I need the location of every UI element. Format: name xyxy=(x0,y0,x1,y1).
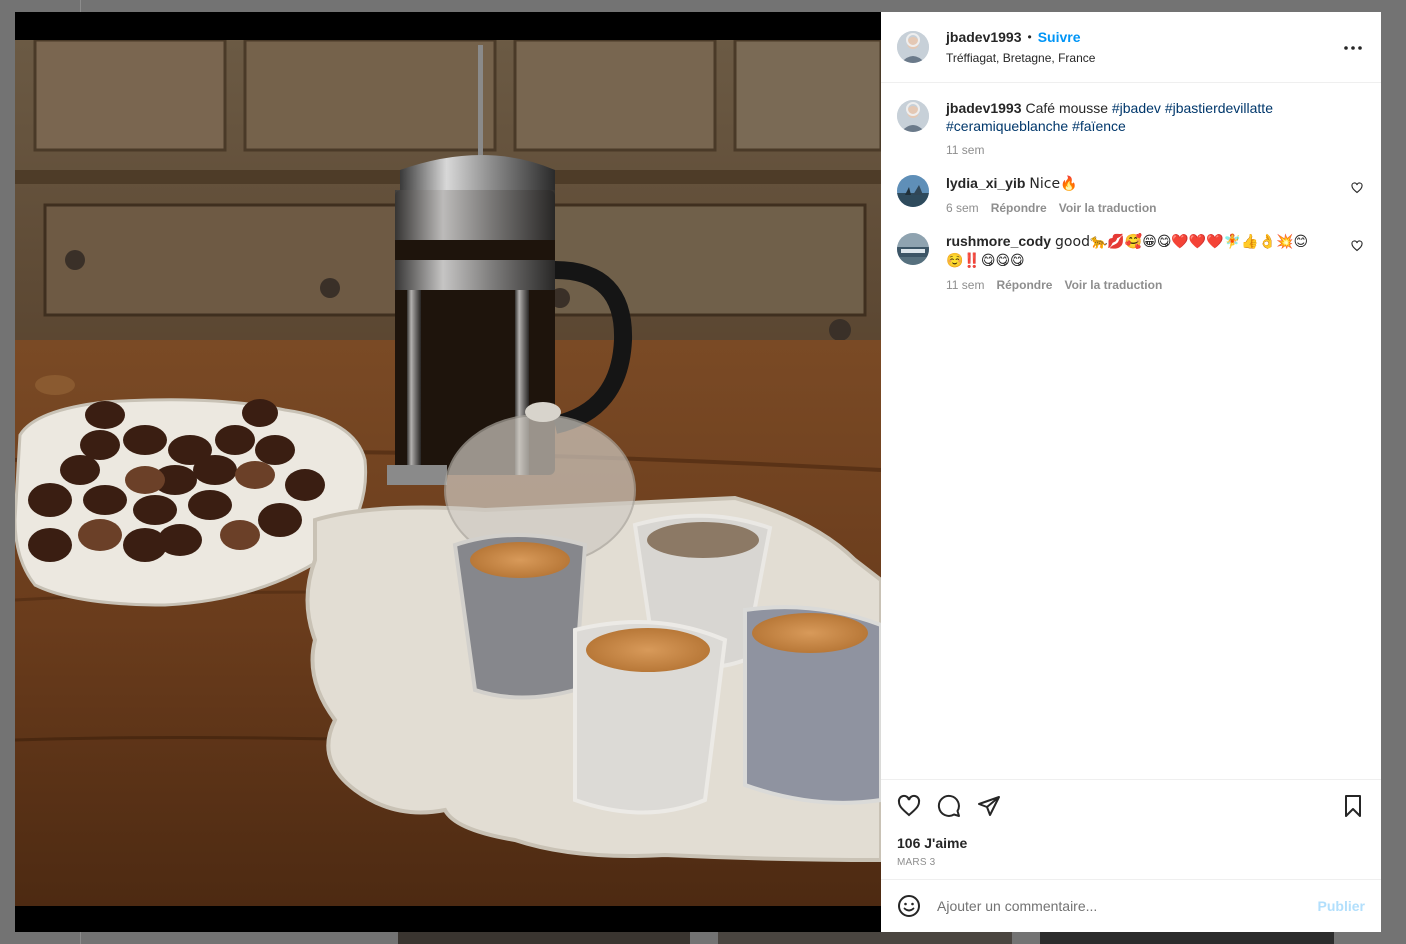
comment-row: lydia_xi_yib Nice🔥 6 sem Répondre Voir la… xyxy=(897,174,1365,215)
post-photo[interactable] xyxy=(15,40,881,906)
comments-list: jbadev1993 Café mousse #jbadev #jbastierd… xyxy=(881,83,1381,779)
background-thumbnail xyxy=(1040,932,1334,944)
post-media xyxy=(15,12,881,932)
comment-text: rushmore_cody good🐆💋🥰😁😋❤️❤️❤️🧚👍👌💥😊☺️‼️😋😋😋 xyxy=(946,232,1339,270)
hashtag-link[interactable]: #jbastierdevillatte xyxy=(1165,100,1273,116)
follow-button[interactable]: Suivre xyxy=(1038,29,1081,45)
comment-username[interactable]: lydia_xi_yib xyxy=(946,175,1025,191)
caption-time[interactable]: 11 sem xyxy=(946,143,984,157)
comment-meta: 6 sem Répondre Voir la traduction xyxy=(946,201,1339,215)
caption-message: Café mousse xyxy=(1025,100,1108,116)
caption-username[interactable]: jbadev1993 xyxy=(946,100,1022,116)
caption-row: jbadev1993 Café mousse #jbadev #jbastierd… xyxy=(897,99,1365,157)
background-thumbnail xyxy=(718,932,1012,944)
comment-body: lydia_xi_yib Nice🔥 6 sem Répondre Voir la… xyxy=(946,174,1365,215)
header-info: jbadev1993 • Suivre Tréffiagat, Bretagne… xyxy=(946,29,1095,65)
post-header: jbadev1993 • Suivre Tréffiagat, Bretagne… xyxy=(881,12,1381,83)
paper-plane-icon[interactable] xyxy=(977,794,1001,818)
translate-button[interactable]: Voir la traduction xyxy=(1059,201,1157,215)
comment-like-icon[interactable] xyxy=(1351,182,1363,194)
caption-text: jbadev1993 Café mousse #jbadev #jbastierd… xyxy=(946,99,1339,135)
caption-author-avatar[interactable] xyxy=(897,100,929,132)
comment-time[interactable]: 11 sem xyxy=(946,278,984,292)
comment-text: lydia_xi_yib Nice🔥 xyxy=(946,174,1339,193)
comment-message: Nice🔥 xyxy=(1029,176,1078,192)
post-actions: 106 J'aime MARS 3 xyxy=(881,779,1381,879)
post-side-panel: jbadev1993 • Suivre Tréffiagat, Bretagne… xyxy=(881,12,1381,932)
author-avatar[interactable] xyxy=(897,31,929,63)
reply-button[interactable]: Répondre xyxy=(996,278,1052,292)
comment-meta: 11 sem Répondre Voir la traduction xyxy=(946,278,1339,292)
publish-button[interactable]: Publier xyxy=(1318,898,1365,914)
comment-composer: Publier xyxy=(881,879,1381,932)
translate-button[interactable]: Voir la traduction xyxy=(1064,278,1162,292)
commenter-avatar[interactable] xyxy=(897,233,929,265)
hashtag-link[interactable]: #ceramiqueblanche xyxy=(946,118,1068,134)
background-thumbnail xyxy=(398,932,690,944)
commenter-avatar[interactable] xyxy=(897,175,929,207)
comment-time[interactable]: 6 sem xyxy=(946,201,979,215)
action-icons xyxy=(897,786,1365,826)
hashtag-link[interactable]: #jbadev xyxy=(1112,100,1161,116)
caption-meta: 11 sem xyxy=(946,143,1339,157)
comment-body: rushmore_cody good🐆💋🥰😁😋❤️❤️❤️🧚👍👌💥😊☺️‼️😋😋😋… xyxy=(946,232,1365,292)
comment-username[interactable]: rushmore_cody xyxy=(946,233,1051,249)
emoji-smiley-icon[interactable] xyxy=(897,894,921,918)
comment-input[interactable] xyxy=(937,898,1318,914)
post-modal: jbadev1993 • Suivre Tréffiagat, Bretagne… xyxy=(15,12,1381,932)
post-date[interactable]: MARS 3 xyxy=(897,857,1365,868)
hashtag-link[interactable]: #faïence xyxy=(1072,118,1126,134)
more-options-icon[interactable] xyxy=(1343,38,1363,58)
comment-bubble-icon[interactable] xyxy=(937,794,961,818)
reply-button[interactable]: Répondre xyxy=(991,201,1047,215)
comment-row: rushmore_cody good🐆💋🥰😁😋❤️❤️❤️🧚👍👌💥😊☺️‼️😋😋😋… xyxy=(897,232,1365,292)
heart-icon[interactable] xyxy=(897,794,921,818)
bookmark-icon[interactable] xyxy=(1341,794,1365,818)
author-username[interactable]: jbadev1993 xyxy=(946,29,1022,45)
post-location[interactable]: Tréffiagat, Bretagne, France xyxy=(946,51,1095,65)
caption-body: jbadev1993 Café mousse #jbadev #jbastierd… xyxy=(946,99,1365,157)
comment-like-icon[interactable] xyxy=(1351,240,1363,252)
likes-count[interactable]: 106 J'aime xyxy=(897,835,1365,851)
header-separator: • xyxy=(1027,30,1032,44)
